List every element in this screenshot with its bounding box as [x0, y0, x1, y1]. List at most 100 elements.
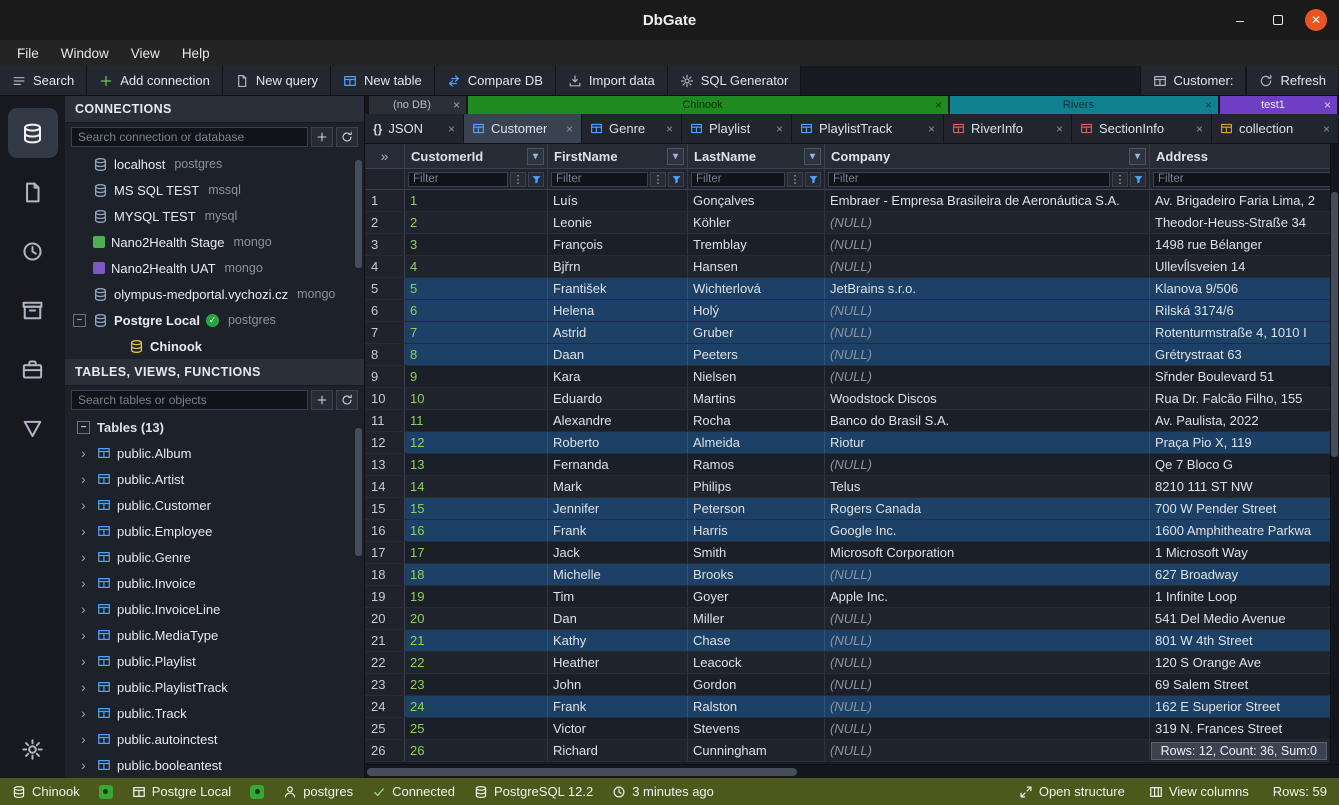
cell-customerid[interactable]: 14: [405, 476, 548, 497]
tables-scrollbar-thumb[interactable]: [355, 428, 362, 556]
cell-firstname[interactable]: Heather: [548, 652, 688, 673]
cell-company[interactable]: Apple Inc.: [825, 586, 1150, 607]
cell-lastname[interactable]: Peeters: [688, 344, 825, 365]
cell-lastname[interactable]: Peterson: [688, 498, 825, 519]
row-number[interactable]: 12: [365, 432, 405, 453]
row-number[interactable]: 10: [365, 388, 405, 409]
cell-firstname[interactable]: Mark: [548, 476, 688, 497]
connection-item-mysql-test[interactable]: MYSQL TESTmysql: [65, 203, 364, 229]
cell-firstname[interactable]: Frank: [548, 696, 688, 717]
connection-item-postgre-local[interactable]: −Postgre Local✓postgres: [65, 307, 364, 333]
cell-company[interactable]: Woodstock Discos: [825, 388, 1150, 409]
table-item-public-mediatype[interactable]: ›public.MediaType: [65, 622, 364, 648]
cell-customerid[interactable]: 1: [405, 190, 548, 211]
row-number[interactable]: 17: [365, 542, 405, 563]
cell-firstname[interactable]: Kathy: [548, 630, 688, 651]
statusbar-rows-59[interactable]: Rows: 59: [1273, 784, 1327, 799]
cell-address[interactable]: 700 W Pender Street: [1150, 498, 1336, 519]
refresh-tables-button[interactable]: [336, 390, 358, 410]
cell-address[interactable]: Rilská 3174/6: [1150, 300, 1336, 321]
cell-customerid[interactable]: 7: [405, 322, 548, 343]
file-tab-playlist[interactable]: Playlist×: [682, 114, 792, 143]
tables-search-input[interactable]: [71, 390, 308, 410]
cell-address[interactable]: Grétrystraat 63: [1150, 344, 1336, 365]
cell-address[interactable]: Av. Brigadeiro Faria Lima, 2: [1150, 190, 1336, 211]
statusbar-open-structure[interactable]: Open structure: [1019, 784, 1125, 799]
row-number[interactable]: 25: [365, 718, 405, 739]
row-number[interactable]: 3: [365, 234, 405, 255]
cell-customerid[interactable]: 5: [405, 278, 548, 299]
filter-menu-icon[interactable]: ⋮: [787, 172, 803, 187]
cell-address[interactable]: 69 Salem Street: [1150, 674, 1336, 695]
cell-firstname[interactable]: Bjřrn: [548, 256, 688, 277]
cell-firstname[interactable]: Victor: [548, 718, 688, 739]
activitybar-history[interactable]: [8, 226, 58, 276]
toolbar-compare-db-button[interactable]: Compare DB: [435, 66, 556, 95]
cell-lastname[interactable]: Wichterlová: [688, 278, 825, 299]
cell-customerid[interactable]: 15: [405, 498, 548, 519]
filter-menu-icon[interactable]: ⋮: [510, 172, 526, 187]
cell-firstname[interactable]: Tim: [548, 586, 688, 607]
cell-customerid[interactable]: 12: [405, 432, 548, 453]
column-dropdown-icon[interactable]: ▾: [1129, 148, 1146, 165]
row-number[interactable]: 4: [365, 256, 405, 277]
toolbar-refresh-button[interactable]: Refresh: [1246, 66, 1339, 95]
statusbar-chinook[interactable]: Chinook: [12, 784, 80, 799]
file-tab-riverinfo[interactable]: RiverInfo×: [944, 114, 1072, 143]
menu-view[interactable]: View: [120, 44, 171, 63]
statusbar-view-columns[interactable]: View columns: [1149, 784, 1249, 799]
cell-company[interactable]: (NULL): [825, 608, 1150, 629]
row-number[interactable]: 20: [365, 608, 405, 629]
row-number[interactable]: 15: [365, 498, 405, 519]
db-tab-rivers[interactable]: Rivers×: [950, 96, 1218, 114]
cell-company[interactable]: Telus: [825, 476, 1150, 497]
cell-company[interactable]: (NULL): [825, 344, 1150, 365]
row-number[interactable]: 7: [365, 322, 405, 343]
activitybar-connections[interactable]: [8, 108, 58, 158]
collapse-icon[interactable]: −: [73, 314, 86, 327]
cell-firstname[interactable]: Alexandre: [548, 410, 688, 431]
cell-firstname[interactable]: Daan: [548, 344, 688, 365]
cell-firstname[interactable]: John: [548, 674, 688, 695]
horizontal-scrollbar-thumb[interactable]: [367, 768, 797, 776]
filter-menu-icon[interactable]: ⋮: [1112, 172, 1128, 187]
table-item-public-invoiceline[interactable]: ›public.InvoiceLine: [65, 596, 364, 622]
menu-window[interactable]: Window: [50, 44, 120, 63]
filter-input-company[interactable]: [828, 172, 1110, 187]
close-icon[interactable]: ×: [1196, 122, 1203, 136]
cell-address[interactable]: Av. Paulista, 2022: [1150, 410, 1336, 431]
cell-customerid[interactable]: 21: [405, 630, 548, 651]
table-item-public-customer[interactable]: ›public.Customer: [65, 492, 364, 518]
close-icon[interactable]: ×: [448, 122, 455, 136]
file-tab-playlisttrack[interactable]: PlaylistTrack×: [792, 114, 944, 143]
cell-customerid[interactable]: 18: [405, 564, 548, 585]
cell-company[interactable]: Embraer - Empresa Brasileira de Aeronáut…: [825, 190, 1150, 211]
cell-customerid[interactable]: 16: [405, 520, 548, 541]
add-table-mini-button[interactable]: [311, 390, 333, 410]
filter-input-customerid[interactable]: [408, 172, 508, 187]
cell-address[interactable]: 162 E Superior Street: [1150, 696, 1336, 717]
cell-company[interactable]: (NULL): [825, 564, 1150, 585]
row-number[interactable]: 23: [365, 674, 405, 695]
cell-customerid[interactable]: 10: [405, 388, 548, 409]
cell-customerid[interactable]: 11: [405, 410, 548, 431]
cell-customerid[interactable]: 19: [405, 586, 548, 607]
filter-funnel-icon[interactable]: [668, 172, 684, 187]
row-number[interactable]: 13: [365, 454, 405, 475]
filter-funnel-icon[interactable]: [528, 172, 544, 187]
column-dropdown-icon[interactable]: ▾: [804, 148, 821, 165]
cell-lastname[interactable]: Stevens: [688, 718, 825, 739]
column-header-customerid[interactable]: CustomerId▾: [405, 144, 548, 168]
table-item-public-booleantest[interactable]: ›public.booleantest: [65, 752, 364, 778]
cell-company[interactable]: (NULL): [825, 674, 1150, 695]
row-number[interactable]: 1: [365, 190, 405, 211]
row-number[interactable]: 16: [365, 520, 405, 541]
tables-panel-header[interactable]: TABLES, VIEWS, FUNCTIONS: [65, 359, 364, 386]
db-tab-no-db[interactable]: (no DB)×: [369, 96, 466, 114]
row-number[interactable]: 9: [365, 366, 405, 387]
activitybar-settings[interactable]: [21, 738, 44, 764]
filter-funnel-icon[interactable]: [805, 172, 821, 187]
column-dropdown-icon[interactable]: ▾: [667, 148, 684, 165]
column-header-lastname[interactable]: LastName▾: [688, 144, 825, 168]
toolbar-customer-button[interactable]: Customer:: [1140, 66, 1247, 95]
